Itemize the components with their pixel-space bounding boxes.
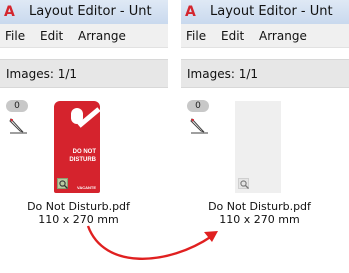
menu-bar: File Edit Arrange	[181, 24, 349, 48]
menu-arrange[interactable]: Arrange	[78, 28, 126, 44]
editor-panel-before: A Layout Editor - Unt File Edit Arrange …	[0, 0, 168, 273]
app-logo-icon: A	[185, 4, 196, 20]
window-title: Layout Editor - Unt	[29, 4, 152, 19]
pen-edit-icon[interactable]	[188, 116, 210, 136]
editor-panel-after: A Layout Editor - Unt File Edit Arrange …	[181, 0, 349, 273]
menu-arrange[interactable]: Arrange	[259, 28, 307, 44]
copies-badge[interactable]: 0	[6, 100, 28, 112]
images-count-label: Images: 1/1	[187, 67, 259, 81]
images-info-bar: Images: 1/1	[0, 59, 168, 88]
image-dimensions: 110 x 270 mm	[38, 213, 119, 226]
panel-divider	[168, 0, 181, 273]
copies-badge[interactable]: 0	[187, 100, 209, 112]
title-bar: A Layout Editor - Unt	[0, 0, 168, 24]
menu-file[interactable]: File	[186, 28, 206, 44]
menu-bar: File Edit Arrange	[0, 24, 168, 48]
image-filename: Do Not Disturb.pdf	[208, 200, 311, 213]
images-count-label: Images: 1/1	[6, 67, 78, 81]
app-logo-icon: A	[4, 4, 15, 20]
thumbnail-text-line1: DO NOT	[72, 149, 96, 155]
magnifier-icon[interactable]	[57, 178, 68, 189]
magnifier-icon[interactable]	[238, 178, 249, 189]
menu-file[interactable]: File	[5, 28, 25, 44]
thumbnail-text-line2: DISTURB	[69, 157, 96, 163]
title-bar: A Layout Editor - Unt	[181, 0, 349, 24]
image-filename: Do Not Disturb.pdf	[27, 200, 130, 213]
pen-edit-icon[interactable]	[7, 116, 29, 136]
menu-edit[interactable]: Edit	[40, 28, 63, 44]
image-dimensions: 110 x 270 mm	[219, 213, 300, 226]
images-info-bar: Images: 1/1	[181, 59, 349, 88]
window-title: Layout Editor - Unt	[210, 4, 333, 19]
menu-edit[interactable]: Edit	[221, 28, 244, 44]
